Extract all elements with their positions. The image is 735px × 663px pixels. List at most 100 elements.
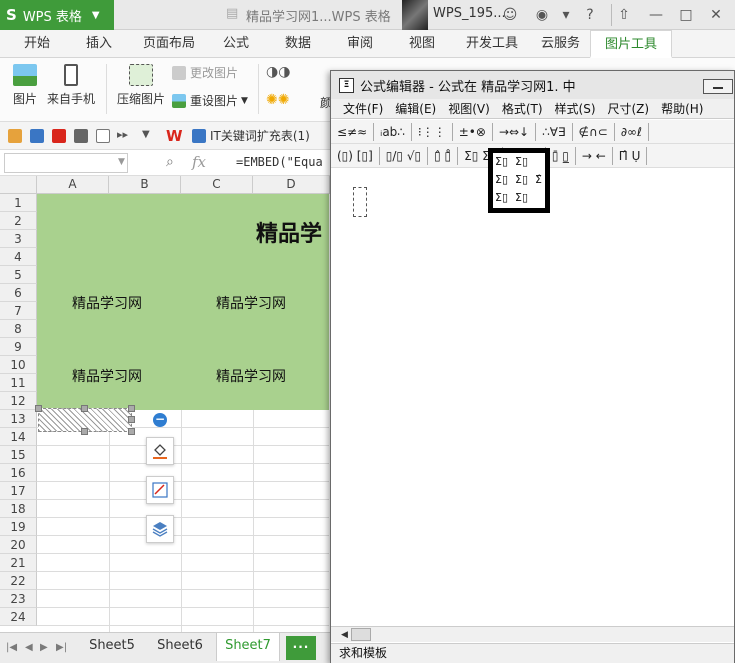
pdf-icon[interactable] [52, 129, 66, 143]
sum-template-1[interactable]: Σ▯ [495, 155, 508, 168]
horizontal-scrollbar[interactable]: ◀ [331, 626, 734, 642]
contrast-icon[interactable]: ◑◑ [266, 64, 290, 80]
sum-template-4[interactable]: Σ▯ [515, 173, 528, 186]
select-all-corner[interactable] [0, 176, 37, 194]
tab-insert[interactable]: 插入 [72, 30, 126, 58]
row-header[interactable]: 23 [0, 590, 37, 608]
row-header[interactable]: 1 [0, 194, 37, 212]
sum-template-2[interactable]: Σ▯ [515, 155, 528, 168]
menu-edit[interactable]: 编辑(E) [395, 100, 436, 117]
row-header[interactable]: 7 [0, 302, 37, 320]
chevron-down-icon[interactable]: ▼ [118, 157, 125, 167]
row-header[interactable]: 11 [0, 374, 37, 392]
row-header[interactable]: 2 [0, 212, 37, 230]
help-icon[interactable]: ? [580, 5, 600, 25]
it-keyword-tab[interactable]: IT关键词扩充表(1) [192, 126, 310, 146]
chevron-down-icon[interactable]: ▼ [142, 129, 150, 140]
row-header[interactable]: 19 [0, 518, 37, 536]
scroll-left-icon[interactable]: ◀ [341, 630, 348, 640]
spaces-palette-button[interactable]: ᵢab∴ [374, 122, 412, 141]
maximize-icon[interactable]: □ [676, 5, 696, 25]
subscripts-palette-button[interactable]: ▯̂ ▯̊ [428, 146, 459, 165]
minimize-icon[interactable]: — [646, 5, 666, 25]
tab-developer[interactable]: 开发工具 [452, 30, 532, 58]
resize-handle[interactable] [128, 405, 135, 412]
products-palette-button[interactable]: Π̂ Ụ [613, 146, 648, 165]
tab-page-layout[interactable]: 页面布局 [129, 30, 209, 58]
col-header-d[interactable]: D [253, 176, 330, 194]
location-icon[interactable]: ◉ [532, 5, 552, 25]
sum-template-5[interactable]: Σ̂ [535, 173, 542, 186]
tab-picture-tools[interactable]: 图片工具 [590, 30, 673, 58]
col-header-b[interactable]: B [109, 176, 181, 194]
tab-view[interactable]: 视图 [395, 30, 449, 58]
row-header[interactable]: 18 [0, 500, 37, 518]
minimize-icon[interactable] [703, 79, 733, 94]
row-header[interactable]: 22 [0, 572, 37, 590]
scroll-thumb[interactable] [351, 628, 371, 641]
relations-palette-button[interactable]: ≤≠≈ [331, 122, 375, 141]
row-header[interactable]: 15 [0, 446, 37, 464]
sum-template-6[interactable]: Σ▯ [495, 191, 508, 204]
app-menu-button[interactable]: S WPS 表格 ▼ [0, 0, 114, 30]
labeled-arrows-palette-button[interactable]: → ← [576, 146, 613, 165]
row-header[interactable]: 10 [0, 356, 37, 374]
first-sheet-icon[interactable]: |◀ [6, 642, 17, 653]
sum-template-3[interactable]: Σ▯ [495, 173, 508, 186]
upload-icon[interactable]: ⇧ [614, 5, 634, 25]
menu-view[interactable]: 视图(V) [448, 100, 490, 117]
last-sheet-icon[interactable]: ▶| [56, 642, 67, 653]
row-header[interactable]: 4 [0, 248, 37, 266]
close-icon[interactable]: ✕ [706, 5, 726, 25]
row-header[interactable]: 17 [0, 482, 37, 500]
bot-icon[interactable]: ☺ [500, 5, 520, 25]
user-name[interactable]: WPS_195... [433, 6, 506, 21]
menu-style[interactable]: 样式(S) [555, 100, 596, 117]
menu-help[interactable]: 帮助(H) [661, 100, 703, 117]
col-header-a[interactable]: A [37, 176, 109, 194]
collapse-icon[interactable]: − [153, 413, 167, 427]
prev-sheet-icon[interactable]: ◀ [25, 642, 33, 653]
row-header[interactable]: 9 [0, 338, 37, 356]
sheet-title[interactable]: 精品学 [256, 216, 322, 248]
fx-icon[interactable]: fx [192, 153, 206, 171]
row-header[interactable]: 3 [0, 230, 37, 248]
formula-input[interactable]: =EMBED("Equa [236, 155, 323, 169]
tab-data[interactable]: 数据 [271, 30, 325, 58]
outline-button[interactable] [146, 476, 174, 504]
save-icon[interactable] [30, 129, 44, 143]
print-preview-icon[interactable] [96, 129, 110, 143]
reset-picture-button[interactable]: 重设图片 ▼ [172, 92, 248, 109]
row-header[interactable]: 5 [0, 266, 37, 284]
change-picture-button[interactable]: 更改图片 [172, 64, 238, 81]
row-header[interactable]: 24 [0, 608, 37, 626]
row-header[interactable]: 6 [0, 284, 37, 302]
tab-formulas[interactable]: 公式 [209, 30, 263, 58]
fill-color-button[interactable] [146, 437, 174, 465]
equation-editor-title-bar[interactable]: Ξ 公式编辑器 - 公式在 精品学习网1. 中 [331, 71, 734, 99]
row-header[interactable]: 16 [0, 464, 37, 482]
equation-input-slot[interactable] [353, 187, 367, 217]
row-header[interactable]: 14 [0, 428, 37, 446]
insert-picture-button[interactable]: 图片 [8, 64, 42, 107]
col-header-c[interactable]: C [181, 176, 253, 194]
tab-cloud[interactable]: 云服务 [527, 30, 594, 58]
name-box[interactable] [4, 153, 128, 173]
avatar[interactable] [402, 0, 428, 30]
cell-a6[interactable]: 精品学习网 [72, 293, 142, 313]
menu-file[interactable]: 文件(F) [343, 100, 383, 117]
sheet-tab-sheet7[interactable]: Sheet7 [216, 633, 280, 661]
layers-button[interactable] [146, 515, 174, 543]
from-phone-button[interactable]: 来自手机 [44, 64, 98, 107]
resize-handle[interactable] [81, 405, 88, 412]
misc-symbols-palette-button[interactable]: ∂∞ℓ [615, 122, 650, 141]
tab-home[interactable]: 开始 [10, 30, 64, 58]
resize-handle[interactable] [128, 428, 135, 435]
arrows-palette-button[interactable]: →⇔↓ [493, 122, 537, 141]
resize-handle[interactable] [128, 416, 135, 423]
next-sheet-icon[interactable]: ▶ [40, 642, 48, 653]
row-header[interactable]: 21 [0, 554, 37, 572]
menu-size[interactable]: 尺寸(Z) [608, 100, 650, 117]
zoom-search-icon[interactable]: ⌕ [166, 154, 174, 170]
compress-picture-button[interactable]: 压缩图片 [114, 64, 168, 107]
